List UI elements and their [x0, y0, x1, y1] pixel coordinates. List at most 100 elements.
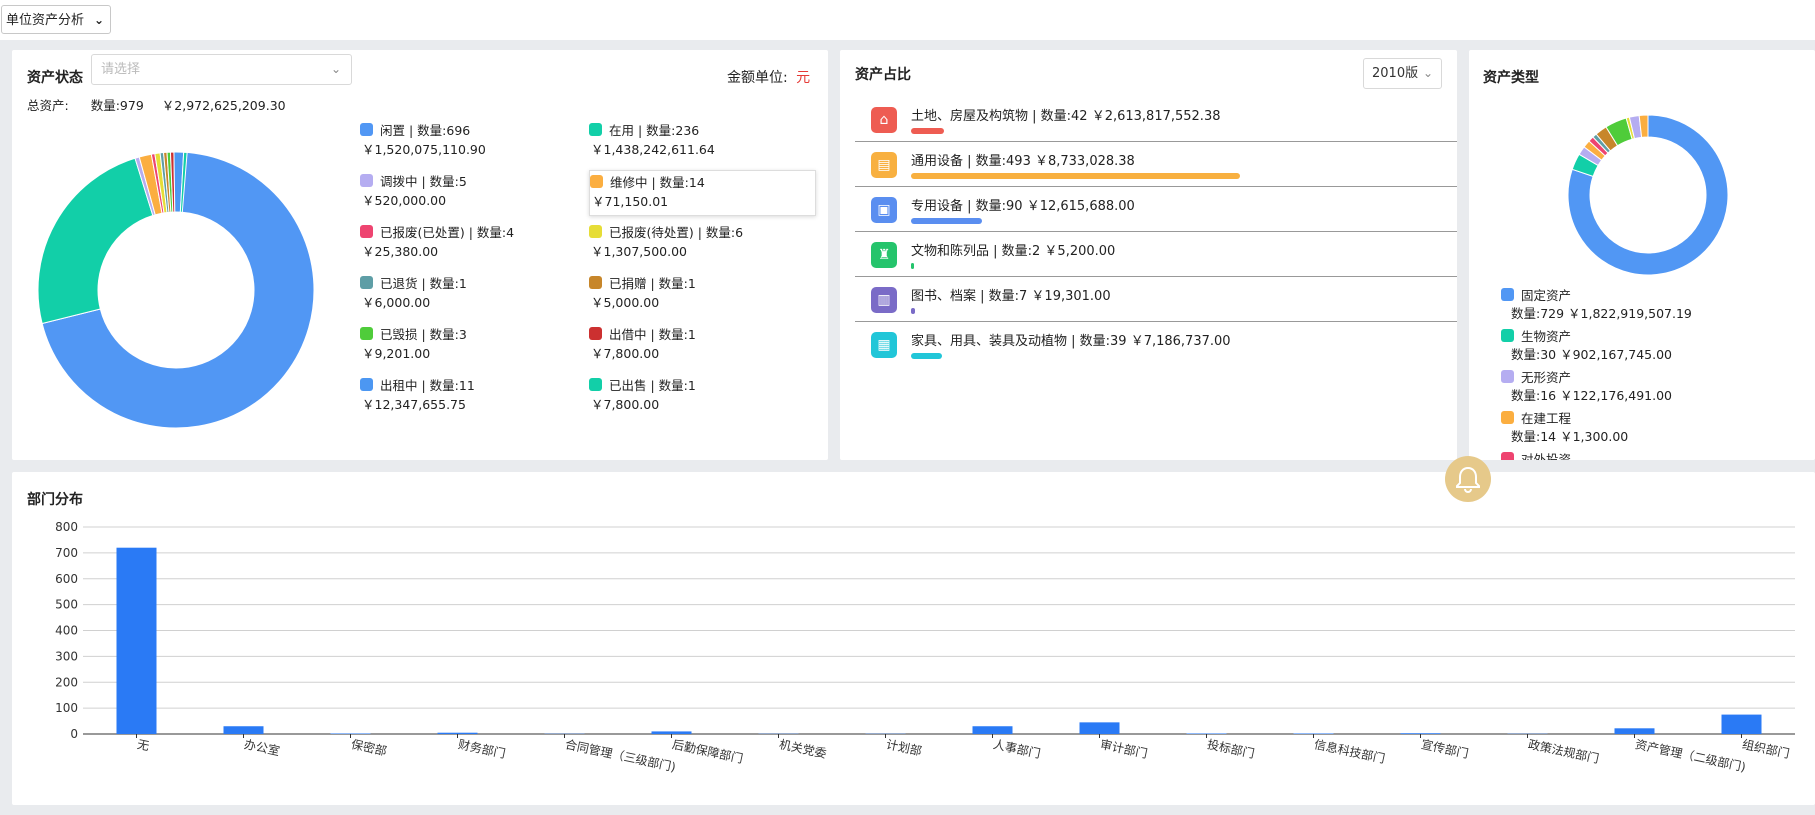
type-donut-chart — [1567, 114, 1729, 276]
status-donut-chart — [37, 151, 315, 429]
status-donut-slice[interactable] — [37, 157, 154, 325]
y-tick-label: 600 — [55, 572, 78, 586]
status-filter-placeholder: 请选择 — [101, 62, 141, 77]
status-legend-item[interactable]: 出租中 | 数量:11 ￥12,347,655.75 — [360, 374, 585, 418]
legend-amount: ￥25,380.00 — [362, 244, 439, 259]
bar[interactable] — [437, 732, 478, 734]
legend-swatch — [589, 225, 602, 238]
status-legend-item[interactable]: 出借中 | 数量:1 ￥7,800.00 — [589, 323, 814, 367]
bar[interactable] — [1614, 728, 1655, 734]
ratio-row-bar — [911, 173, 1240, 179]
status-legend-item[interactable]: 已退货 | 数量:1 ￥6,000.00 — [360, 272, 585, 316]
legend-label: 闲置 | 数量:696 — [380, 123, 471, 138]
ratio-row-text: 专用设备 | 数量:90 ￥12,615,688.00 — [911, 199, 1135, 214]
x-tick-label: 组织部门 — [1741, 736, 1791, 761]
legend-label: 已毁损 | 数量:3 — [380, 327, 467, 342]
type-label: 固定资产 — [1521, 288, 1572, 303]
total-assets-count: 数量:979 — [90, 98, 144, 113]
ratio-row-bar — [911, 353, 942, 359]
asset-ratio-card: 资产占比 2010版 ⌄ ⌂ 土地、房屋及构筑物 | 数量:42 ￥2,613,8… — [840, 50, 1457, 460]
legend-label: 调拨中 | 数量:5 — [380, 174, 467, 189]
status-legend-item[interactable]: 已报废(待处置) | 数量:6 ￥1,307,500.00 — [589, 221, 814, 265]
bar[interactable] — [1721, 714, 1762, 734]
monitor-icon: ▤ — [871, 152, 897, 178]
notification-button[interactable] — [1445, 456, 1491, 502]
legend-label: 已报废(已处置) | 数量:4 — [380, 225, 515, 240]
legend-swatch — [1501, 329, 1514, 342]
status-legend-item[interactable]: 已捐赠 | 数量:1 ￥5,000.00 — [589, 272, 814, 316]
ratio-row[interactable]: ♜ 文物和陈列品 | 数量:2 ￥5,200.00 — [855, 231, 1457, 277]
ratio-row[interactable]: ⌂ 土地、房屋及构筑物 | 数量:42 ￥2,613,817,552.38 — [855, 96, 1457, 142]
status-filter-select[interactable]: 请选择 ⌄ — [91, 54, 352, 85]
status-legend-item[interactable]: 维修中 | 数量:14 ￥71,150.01 — [589, 170, 816, 216]
x-tick-label: 保密部 — [350, 736, 388, 758]
legend-amount: ￥71,150.01 — [592, 194, 669, 209]
status-legend-item[interactable]: 已毁损 | 数量:3 ￥9,201.00 — [360, 323, 585, 367]
status-legend-item[interactable]: 调拨中 | 数量:5 ￥520,000.00 — [360, 170, 585, 214]
status-legend-item[interactable]: 在用 | 数量:236 ￥1,438,242,611.64 — [589, 119, 814, 163]
legend-label: 已捐赠 | 数量:1 — [609, 276, 696, 291]
legend-amount: ￥6,000.00 — [362, 295, 431, 310]
legend-swatch — [360, 378, 373, 391]
ratio-row[interactable]: ▤ 通用设备 | 数量:493 ￥8,733,028.38 — [855, 141, 1457, 187]
bar[interactable] — [651, 731, 692, 734]
bell-icon — [1456, 466, 1480, 493]
bar[interactable] — [1186, 733, 1227, 734]
legend-swatch — [360, 174, 373, 187]
ratio-row-bar — [911, 218, 982, 224]
x-tick-label: 财务部门 — [457, 736, 507, 761]
x-tick-label: 计划部 — [885, 736, 923, 758]
legend-swatch — [590, 175, 603, 188]
amount-unit-value: 元 — [796, 70, 811, 86]
version-select[interactable]: 2010版 ⌄ — [1363, 58, 1442, 89]
ratio-row[interactable]: ▦ 家具、用具、装具及动植物 | 数量:39 ￥7,186,737.00 — [855, 321, 1457, 366]
status-legend-item[interactable]: 闲置 | 数量:696 ￥1,520,075,110.90 — [360, 119, 585, 163]
legend-amount: ￥9,201.00 — [362, 346, 431, 361]
chevron-down-icon: ⌄ — [93, 13, 104, 27]
legend-label: 已报废(待处置) | 数量:6 — [609, 225, 744, 240]
type-label: 在建工程 — [1521, 411, 1572, 426]
total-assets-amount: ￥2,972,625,209.30 — [161, 98, 286, 113]
legend-label: 已退货 | 数量:1 — [380, 276, 467, 291]
status-legend-item[interactable]: 已出售 | 数量:1 ￥7,800.00 — [589, 374, 814, 418]
ratio-row-bar — [911, 308, 915, 314]
y-tick-label: 500 — [55, 598, 78, 612]
department-bar-chart: 0 100 200 300 400 500 600 700 800 无 办公室 保密部 财务部门 合同管理… — [55, 520, 1795, 774]
status-legend-item[interactable]: 已报废(已处置) | 数量:4 ￥25,380.00 — [360, 221, 585, 265]
legend-label: 已出售 | 数量:1 — [609, 378, 696, 393]
screen-icon: ▣ — [871, 197, 897, 223]
bar[interactable] — [1293, 733, 1334, 734]
legend-label: 出借中 | 数量:1 — [609, 327, 696, 342]
bar[interactable] — [972, 726, 1013, 734]
asset-ratio-title: 资产占比 — [855, 67, 911, 83]
legend-swatch — [1501, 370, 1514, 383]
department-card: 部门分布 0 100 200 300 400 500 600 700 800 无办公室 保密部 财务部… — [12, 472, 1815, 805]
y-tick-label: 0 — [70, 727, 78, 741]
ratio-row-text: 通用设备 | 数量:493 ￥8,733,028.38 — [911, 154, 1135, 169]
bar[interactable] — [223, 726, 264, 734]
x-tick-label: 资产管理（二级部门) — [1634, 736, 1747, 774]
legend-swatch — [360, 327, 373, 340]
view-select[interactable]: 单位资产分析 ⌄ — [1, 5, 111, 34]
x-tick-label: 人事部门 — [992, 736, 1042, 761]
ratio-row-text: 土地、房屋及构筑物 | 数量:42 ￥2,613,817,552.38 — [911, 109, 1221, 124]
ratio-row-text: 图书、档案 | 数量:7 ￥19,301.00 — [911, 289, 1111, 304]
y-tick-label: 400 — [55, 624, 78, 638]
bar[interactable] — [1079, 722, 1120, 734]
legend-amount: ￥1,520,075,110.90 — [362, 142, 486, 157]
type-label: 生物资产 — [1521, 329, 1572, 344]
legend-swatch — [589, 276, 602, 289]
ratio-row[interactable]: ▥ 图书、档案 | 数量:7 ￥19,301.00 — [855, 276, 1457, 322]
sofa-icon: ▦ — [871, 332, 897, 358]
bar[interactable] — [330, 733, 371, 734]
type-detail: 数量:729 ￥1,822,919,507.19 — [1511, 306, 1692, 321]
total-assets-label: 总资产: — [27, 98, 69, 113]
legend-amount: ￥1,307,500.00 — [591, 244, 687, 259]
bar[interactable] — [116, 547, 157, 734]
legend-amount: ￥1,438,242,611.64 — [591, 142, 715, 157]
total-assets: 总资产: 数量:979 ￥2,972,625,209.30 — [27, 95, 286, 114]
legend-amount: ￥12,347,655.75 — [362, 397, 466, 412]
ratio-row[interactable]: ▣ 专用设备 | 数量:90 ￥12,615,688.00 — [855, 186, 1457, 232]
version-select-label: 2010版 — [1372, 66, 1419, 81]
bar[interactable] — [1400, 733, 1441, 734]
